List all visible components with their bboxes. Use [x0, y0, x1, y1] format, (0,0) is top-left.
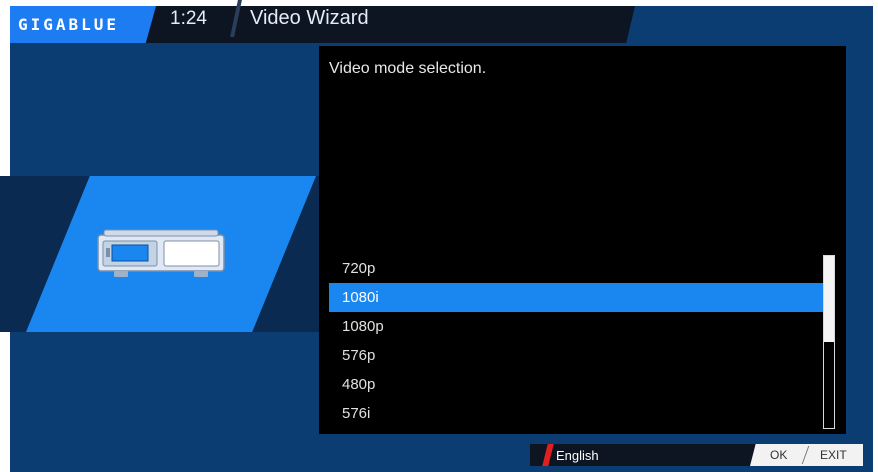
- panel-description: Video mode selection.: [329, 60, 487, 77]
- brand-logo: GIGABLUE: [18, 15, 120, 34]
- list-item[interactable]: 720p: [319, 254, 829, 283]
- list-item[interactable]: 480p: [319, 370, 829, 399]
- list-item[interactable]: 576i: [319, 399, 829, 428]
- list-item[interactable]: 576p: [319, 341, 829, 370]
- list-item[interactable]: 1080i: [329, 283, 829, 312]
- clock: 1:24: [170, 8, 207, 29]
- set-top-box-icon: [97, 229, 225, 277]
- scrollbar[interactable]: [823, 255, 835, 429]
- scrollbar-thumb[interactable]: [824, 256, 834, 342]
- exit-button[interactable]: EXIT: [820, 448, 847, 462]
- main-panel: Video mode selection. 720p 1080i 1080p 5…: [319, 46, 846, 434]
- page-title: Video Wizard: [250, 7, 369, 29]
- list-item[interactable]: 1080p: [319, 312, 829, 341]
- ok-button[interactable]: OK: [770, 448, 787, 462]
- language-label[interactable]: English: [556, 448, 599, 463]
- brand-block: GIGABLUE: [10, 6, 156, 43]
- video-mode-list[interactable]: 720p 1080i 1080p 576p 480p 576i: [319, 254, 829, 428]
